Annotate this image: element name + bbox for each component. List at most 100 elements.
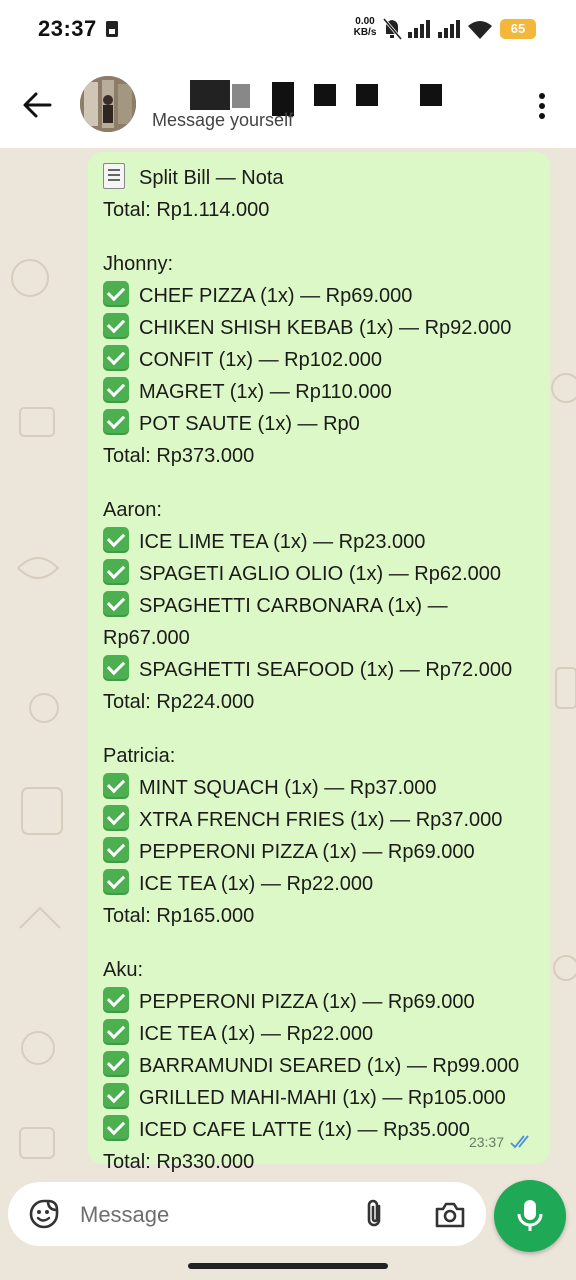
line-text: ICE TEA (1x) — Rp22.000	[139, 873, 374, 895]
network-speed: 0.00 KB/s	[352, 16, 378, 38]
line-spacer	[103, 718, 536, 740]
battery-badge: 65	[500, 19, 536, 39]
line-text: CHIKEN SHISH KEBAB (1x) — Rp92.000	[139, 317, 512, 339]
line-text: PEPPERONI PIZZA (1x) — Rp69.000	[139, 841, 475, 863]
more-options-icon[interactable]	[530, 90, 554, 122]
check-mark-icon	[103, 1019, 129, 1045]
check-mark-icon	[103, 345, 129, 371]
bill-item-line: SPAGETI AGLIO OLIO (1x) — Rp62.000	[103, 558, 536, 590]
line-text: ICED CAFE LATTE (1x) — Rp35.000	[139, 1119, 470, 1141]
microphone-icon	[517, 1200, 543, 1231]
bill-text-line: Rp67.000	[103, 622, 536, 654]
bill-item-line: XTRA FRENCH FRIES (1x) — Rp37.000	[103, 804, 536, 836]
bill-item-line: SPAGHETTI SEAFOOD (1x) — Rp72.000	[103, 654, 536, 686]
bill-item-line: MINT SQUACH (1x) — Rp37.000	[103, 772, 536, 804]
message-time: 23:37	[468, 1134, 504, 1150]
voice-message-button[interactable]	[494, 1180, 566, 1252]
line-text: CHEF PIZZA (1x) — Rp69.000	[139, 285, 413, 307]
line-text: SPAGETI AGLIO OLIO (1x) — Rp62.000	[139, 563, 501, 585]
network-speed-value: 0.00	[355, 16, 375, 27]
bill-text-line: Total: Rp373.000	[103, 440, 536, 472]
line-text: ICE TEA (1x) — Rp22.000	[139, 1023, 374, 1045]
chat-header: Message yourself	[0, 60, 576, 148]
contact-subtitle: Message yourself	[152, 110, 294, 130]
mute-icon	[382, 18, 403, 40]
bill-item-line: ICE TEA (1x) — Rp22.000	[103, 1018, 536, 1050]
bill-item-line: SPAGHETTI CARBONARA (1x) —	[103, 590, 536, 622]
emoji-sticker-icon[interactable]	[28, 1198, 60, 1230]
check-mark-icon	[103, 409, 129, 435]
check-mark-icon	[103, 313, 129, 339]
line-spacer	[103, 472, 536, 494]
message-text: Split Bill — Nota Total: Rp1.114.000 Jhonn…	[103, 162, 536, 1178]
line-text: Split Bill — Nota	[139, 167, 284, 189]
check-mark-icon	[103, 559, 129, 585]
avatar-photo	[80, 76, 136, 132]
home-indicator[interactable]	[188, 1263, 388, 1269]
bill-text-line: Jhonny:	[103, 248, 536, 280]
bill-text-line: Aku:	[103, 954, 536, 986]
camera-icon[interactable]	[434, 1200, 466, 1230]
wifi-icon	[468, 21, 492, 39]
line-text: Rp67.000	[103, 627, 190, 649]
line-text: Aku:	[103, 959, 144, 981]
line-text: Total: Rp165.000	[103, 905, 255, 927]
check-mark-icon	[103, 377, 129, 403]
line-spacer	[103, 226, 536, 248]
message-meta: 23:37	[469, 1126, 536, 1158]
bill-item-line: MAGRET (1x) — Rp110.000	[103, 376, 536, 408]
line-text: PEPPERONI PIZZA (1x) — Rp69.000	[139, 991, 475, 1013]
line-text: BARRAMUNDI SEARED (1x) — Rp99.000	[139, 1055, 520, 1077]
line-text: Total: Rp373.000	[103, 445, 255, 467]
receipt-icon	[103, 163, 125, 189]
check-mark-icon	[103, 591, 129, 617]
contact-avatar[interactable]	[80, 76, 136, 132]
message-input[interactable]: Message	[80, 1202, 169, 1228]
bill-item-line: POT SAUTE (1x) — Rp0	[103, 408, 536, 440]
bill-text-line: Aaron:	[103, 494, 536, 526]
line-text: MINT SQUACH (1x) — Rp37.000	[139, 777, 437, 799]
bill-item-line: CONFIT (1x) — Rp102.000	[103, 344, 536, 376]
bill-text-line: Patricia:	[103, 740, 536, 772]
line-text: MAGRET (1x) — Rp110.000	[139, 381, 392, 403]
line-text: Patricia:	[103, 745, 176, 767]
check-mark-icon	[103, 1051, 129, 1077]
check-mark-icon	[103, 773, 129, 799]
line-text: Aaron:	[103, 499, 162, 521]
sim-icon	[106, 21, 118, 37]
message-input-pill[interactable]: Message	[8, 1182, 486, 1246]
bill-title-line: Split Bill — Nota	[103, 162, 536, 194]
bill-item-line: ICE LIME TEA (1x) — Rp23.000	[103, 526, 536, 558]
check-mark-icon	[103, 1115, 129, 1141]
line-text: GRILLED MAHI-MAHI (1x) — Rp105.000	[139, 1087, 506, 1109]
check-mark-icon	[103, 527, 129, 553]
bill-item-line: CHEF PIZZA (1x) — Rp69.000	[103, 280, 536, 312]
check-mark-icon	[103, 987, 129, 1013]
line-text: Total: Rp1.114.000	[103, 199, 270, 221]
check-mark-icon	[103, 805, 129, 831]
status-time: 23:37	[38, 16, 97, 41]
line-text: Total: Rp330.000	[103, 1151, 255, 1173]
chat-area[interactable]: Split Bill — Nota Total: Rp1.114.000 Jhonn…	[0, 148, 576, 1180]
line-text: ICE LIME TEA (1x) — Rp23.000	[139, 531, 426, 553]
signal-icon-1	[408, 20, 430, 38]
status-icons	[382, 18, 492, 40]
check-mark-icon	[103, 281, 129, 307]
check-mark-icon	[103, 1083, 129, 1109]
line-spacer	[103, 932, 536, 954]
bill-item-line: GRILLED MAHI-MAHI (1x) — Rp105.000	[103, 1082, 536, 1114]
back-arrow-icon[interactable]	[20, 88, 54, 122]
signal-icon-2	[438, 20, 460, 38]
line-text: SPAGHETTI CARBONARA (1x) —	[139, 595, 448, 617]
bill-item-line: ICE TEA (1x) — Rp22.000	[103, 868, 536, 900]
line-text: CONFIT (1x) — Rp102.000	[139, 349, 383, 371]
bill-item-line: CHIKEN SHISH KEBAB (1x) — Rp92.000	[103, 312, 536, 344]
double-check-read-icon	[510, 1135, 529, 1149]
bill-item-line: PEPPERONI PIZZA (1x) — Rp69.000	[103, 836, 536, 868]
bill-item-line: BARRAMUNDI SEARED (1x) — Rp99.000	[103, 1050, 536, 1082]
line-text: XTRA FRENCH FRIES (1x) — Rp37.000	[139, 809, 503, 831]
paperclip-icon[interactable]	[362, 1198, 388, 1230]
status-bar: 23:37 0.00 KB/s 65	[0, 0, 576, 60]
message-bubble[interactable]: Split Bill — Nota Total: Rp1.114.000 Jhonn…	[88, 152, 550, 1173]
line-text: Total: Rp224.000	[103, 691, 255, 713]
